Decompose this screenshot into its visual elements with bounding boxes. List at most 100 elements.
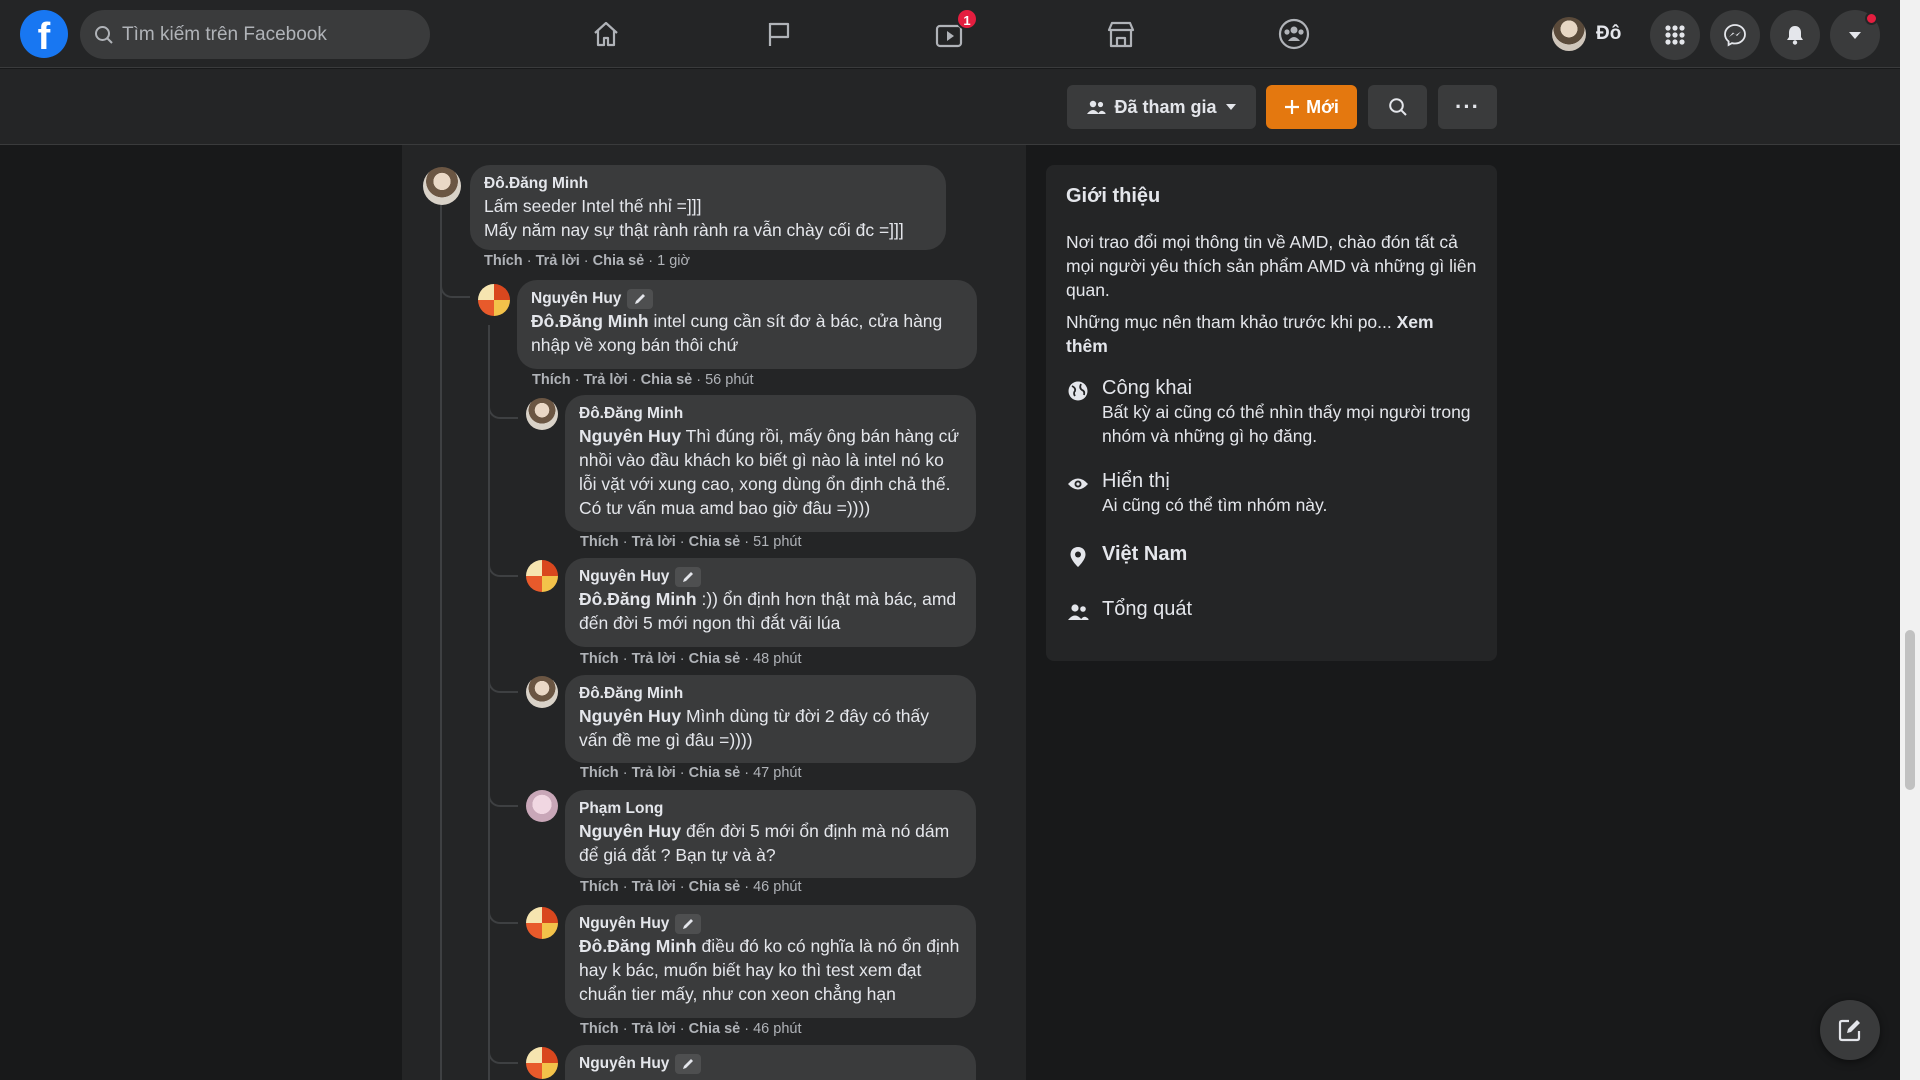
thread-connector <box>488 397 518 419</box>
search-input[interactable] <box>122 23 412 46</box>
avatar[interactable] <box>526 907 558 939</box>
avatar[interactable] <box>526 560 558 592</box>
comment-author[interactable]: Đô.Đăng Minh <box>484 174 932 194</box>
group-type-label: Tổng quát <box>1102 598 1193 620</box>
groups-icon[interactable] <box>1274 14 1314 54</box>
caret-down-icon <box>1225 104 1236 110</box>
comment-time: 47 phút <box>753 765 802 781</box>
comment-thread: Đô.Đăng Minh Lấm seeder Intel thế nhỉ =]… <box>402 145 1026 1080</box>
bell-icon <box>1787 26 1803 45</box>
share-link[interactable]: Chia sẻ <box>689 765 741 781</box>
location-row[interactable]: Việt Nam <box>1066 543 1187 569</box>
mention[interactable]: Đô.Đăng Minh <box>579 589 697 609</box>
comment-author[interactable]: Nguyên Huy <box>579 568 669 586</box>
visibility-title: Hiển thị <box>1102 470 1170 492</box>
like-link[interactable]: Thích <box>580 534 619 550</box>
share-link[interactable]: Chia sẻ <box>593 253 645 269</box>
comment-time: 48 phút <box>753 651 802 667</box>
account-menu-button[interactable] <box>1830 10 1880 60</box>
visibility-desc: Ai cũng có thể tìm nhóm này. <box>1102 495 1328 515</box>
comment-author[interactable]: Đô.Đăng Minh <box>579 404 962 424</box>
avatar[interactable] <box>423 167 461 205</box>
avatar[interactable] <box>478 284 510 316</box>
search-box[interactable] <box>80 10 430 59</box>
thread-connector <box>488 671 518 693</box>
location-label: Việt Nam <box>1102 543 1188 565</box>
pencil-badge-icon <box>627 289 654 309</box>
reply-link[interactable]: Trả lời <box>536 253 580 269</box>
comment-actions: Thích · Trả lời · Chia sẻ · 47 phút <box>580 765 802 781</box>
like-link[interactable]: Thích <box>580 1021 619 1037</box>
like-link[interactable]: Thích <box>532 372 571 388</box>
joined-button[interactable]: Đã tham gia <box>1067 85 1256 129</box>
page-scrollbar[interactable] <box>1900 0 1920 1080</box>
watch-icon[interactable]: 1 <box>930 8 978 54</box>
like-link[interactable]: Thích <box>580 651 619 667</box>
mention[interactable]: Nguyên Huy <box>579 426 681 446</box>
comment-actions: Thích · Trả lời · Chia sẻ · 56 phút <box>532 372 754 388</box>
reply-link[interactable]: Trả lời <box>632 765 676 781</box>
avatar[interactable] <box>526 398 558 430</box>
reply-link[interactable]: Trả lời <box>632 651 676 667</box>
comment-author[interactable]: Nguyên Huy <box>579 915 669 933</box>
mention[interactable]: Nguyên Huy <box>579 821 681 841</box>
more-options-button[interactable]: ··· <box>1438 85 1497 129</box>
comment-author[interactable]: Đô.Đăng Minh <box>579 684 962 704</box>
share-link[interactable]: Chia sẻ <box>689 651 741 667</box>
avatar[interactable] <box>526 790 558 822</box>
comment-time: 46 phút <box>753 1021 802 1037</box>
comment-author[interactable]: Nguyên Huy <box>531 290 621 308</box>
thread-connector <box>488 555 518 577</box>
avatar <box>1552 17 1586 51</box>
facebook-logo[interactable]: f <box>20 10 68 58</box>
reply-link[interactable]: Trả lời <box>632 534 676 550</box>
plus-icon <box>1285 100 1300 114</box>
comment-actions: Thích · Trả lời · Chia sẻ · 46 phút <box>580 879 802 895</box>
like-link[interactable]: Thích <box>484 253 523 269</box>
mention[interactable]: Nguyên Huy <box>579 706 681 726</box>
like-link[interactable]: Thích <box>580 879 619 895</box>
comment-bubble: Nguyên Huy Đô.Đăng Minh điều đó ko có ng… <box>565 905 976 1018</box>
reply-link[interactable]: Trả lời <box>632 879 676 895</box>
mention[interactable]: Đô.Đăng Minh <box>579 936 697 956</box>
reply-link[interactable]: Trả lời <box>632 1021 676 1037</box>
share-link[interactable]: Chia sẻ <box>689 1021 741 1037</box>
location-pin-icon <box>1066 545 1090 569</box>
general-row[interactable]: Tổng quát <box>1066 598 1192 624</box>
mention[interactable]: Đô.Đăng Minh <box>531 311 649 331</box>
comment-time: 51 phút <box>753 534 802 550</box>
menu-grid-button[interactable] <box>1650 10 1700 60</box>
pencil-badge-icon <box>675 567 702 587</box>
scrollbar-thumb[interactable] <box>1905 630 1915 790</box>
comment-bubble: Đô.Đăng Minh Nguyên Huy Thì đúng rồi, mấ… <box>565 395 976 532</box>
share-link[interactable]: Chia sẻ <box>641 372 693 388</box>
comment-actions: Thích · Trả lời · Chia sẻ · 48 phút <box>580 651 802 667</box>
comment-author[interactable]: Nguyên Huy <box>579 1055 669 1073</box>
notifications-button[interactable] <box>1770 10 1820 60</box>
globe-icon <box>1066 379 1090 403</box>
thread-connector <box>488 902 518 924</box>
share-link[interactable]: Chia sẻ <box>689 879 741 895</box>
home-icon[interactable] <box>586 14 626 54</box>
pages-flag-icon[interactable] <box>759 14 799 54</box>
new-label: Mới <box>1306 96 1339 117</box>
comment-author[interactable]: Phạm Long <box>579 799 962 819</box>
comment-bubble: Nguyên Huy Đô.Đăng Minh intel cung cần s… <box>517 280 977 369</box>
about-title: Giới thiệu <box>1066 185 1161 207</box>
avatar[interactable] <box>526 1047 558 1079</box>
messenger-button[interactable] <box>1710 10 1760 60</box>
marketplace-icon[interactable] <box>1101 14 1141 54</box>
new-message-button[interactable] <box>1820 1000 1880 1060</box>
rules-text: Những mục nên tham khảo trước khi po... <box>1066 312 1397 332</box>
avatar[interactable] <box>526 676 558 708</box>
share-link[interactable]: Chia sẻ <box>689 534 741 550</box>
reply-link[interactable]: Trả lời <box>584 372 628 388</box>
like-link[interactable]: Thích <box>580 765 619 781</box>
new-post-button[interactable]: Mới <box>1266 85 1357 129</box>
profile-chip[interactable]: Đô <box>1552 14 1621 54</box>
group-search-button[interactable] <box>1368 85 1427 129</box>
messenger-icon <box>1724 24 1746 47</box>
comment-bubble: Đô.Đăng Minh Lấm seeder Intel thế nhỉ =]… <box>470 165 946 250</box>
comment-actions: Thích · Trả lời · Chia sẻ · 1 giờ <box>484 253 690 269</box>
about-description: Nơi trao đổi mọi thông tin về AMD, chào … <box>1066 232 1477 300</box>
